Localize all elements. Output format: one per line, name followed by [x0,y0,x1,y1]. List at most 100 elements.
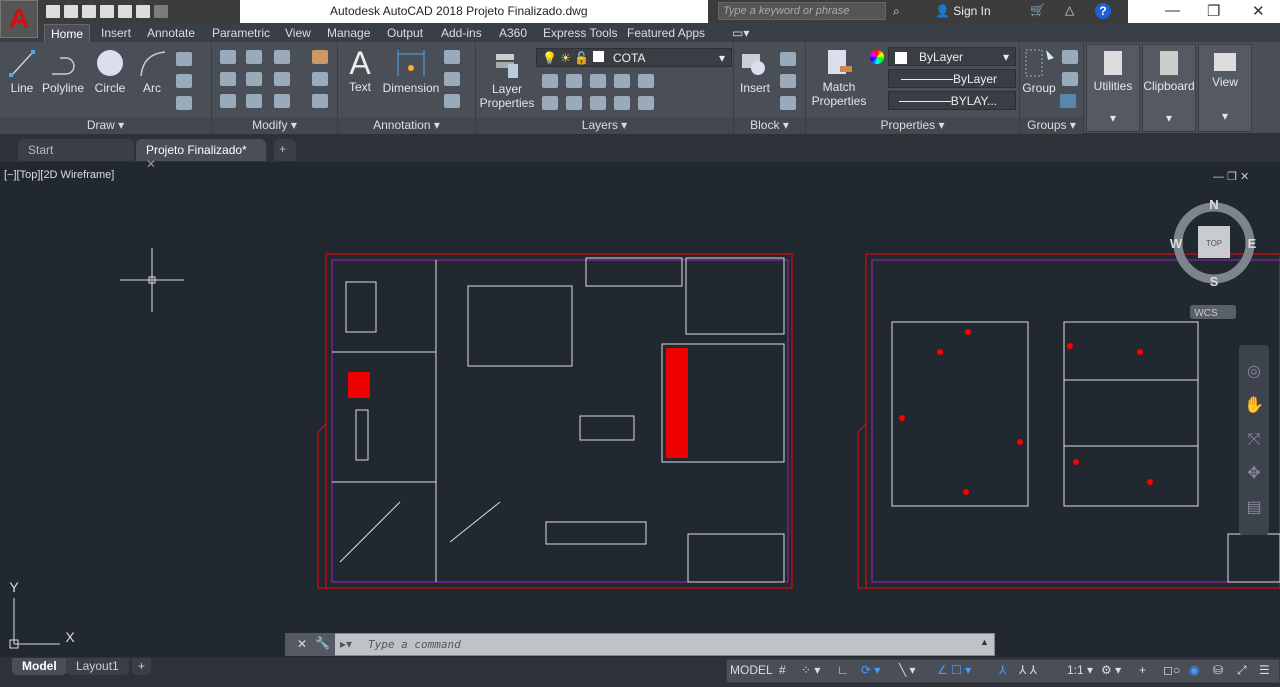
tab-annotate[interactable]: Annotate [141,24,201,42]
view-button[interactable]: View ▾ [1198,44,1252,132]
tab-projeto-finalizado[interactable]: Projeto Finalizado* ✕ [136,139,266,171]
move-icon[interactable] [220,50,236,64]
layer-tool-icon[interactable] [542,96,558,110]
layers-panel-label[interactable]: Layers ▾ [476,117,733,134]
layer-tool-icon[interactable] [542,74,558,88]
undo-icon[interactable] [136,5,150,18]
autodesk-a360-icon[interactable]: △ [1065,3,1074,17]
dimension-button[interactable]: Dimension [380,48,442,95]
create-block-icon[interactable] [780,52,796,66]
linetype-dropdown[interactable]: ByLayer [888,69,1016,88]
layer-tool-icon[interactable] [638,96,654,110]
mirror-icon[interactable] [246,72,262,86]
command-prompt-icon[interactable]: ▸▾ [340,637,352,651]
customization-menu-icon[interactable]: ☰ [1259,663,1270,677]
linear-dimension-icon[interactable] [444,50,460,64]
copy-icon[interactable] [220,72,236,86]
layer-tool-icon[interactable] [614,74,630,88]
print-icon[interactable] [118,5,132,18]
minimize-button[interactable]: — [1165,2,1180,19]
annotation-panel-label[interactable]: Annotation ▾ [338,117,475,134]
groups-panel-label[interactable]: Groups ▾ [1020,117,1083,134]
edit-block-icon[interactable] [780,74,796,88]
command-history-button[interactable]: ▲ [980,637,989,647]
tab-layout1[interactable]: Layout1 [66,658,129,675]
polyline-button[interactable]: Polyline [40,48,86,95]
grid-icon[interactable]: # [779,663,786,677]
ortho-icon[interactable]: ∟ [837,663,849,677]
block-attributes-icon[interactable] [780,96,796,110]
tab-view[interactable]: View [279,24,317,42]
tab-parametric[interactable]: Parametric [206,24,276,42]
new-tab-button[interactable]: + [274,139,296,161]
erase-icon[interactable] [312,50,328,64]
navigation-bar[interactable]: ◎ ✋ ⤧ ✥ ▤ [1239,345,1269,535]
redo-icon[interactable] [154,5,168,18]
tab-featured-apps[interactable]: Featured Apps [621,24,711,42]
annotation-scale-dropdown[interactable]: 1:1 ▾ [1067,663,1093,677]
utilities-button[interactable]: Utilities ▾ [1086,44,1140,132]
clean-screen-icon[interactable]: ⛁ [1213,663,1223,677]
stretch-icon[interactable] [220,94,236,108]
fillet-icon[interactable] [274,72,290,86]
color-dropdown[interactable]: ByLayer ▾ [888,47,1016,66]
table-icon[interactable] [444,94,460,108]
group-button[interactable]: Group [1022,48,1056,95]
tab-insert[interactable]: Insert [95,24,137,42]
viewcube[interactable]: TOP N S E W WCS [1170,197,1257,319]
layer-tool-icon[interactable] [638,74,654,88]
insert-button[interactable]: Insert [736,48,774,95]
tab-output[interactable]: Output [381,24,429,42]
help-icon[interactable]: ? [1095,3,1111,19]
tab-add-ins[interactable]: Add-ins [435,24,488,42]
tab-start[interactable]: Start [18,139,134,161]
ungroup-icon[interactable] [1062,50,1078,64]
customize-icon[interactable]: 🔧 [315,636,330,650]
layer-properties-button[interactable]: Layer Properties [478,50,536,110]
binoculars-icon[interactable]: ⌕ [893,4,900,19]
fullscreen-icon[interactable]: ⤢ [1237,663,1247,678]
scale-icon[interactable] [246,94,262,108]
clipboard-button[interactable]: Clipboard ▾ [1142,44,1196,132]
new-icon[interactable] [46,5,60,18]
block-panel-label[interactable]: Block ▾ [734,117,805,134]
save-as-icon[interactable] [100,5,114,18]
layer-tool-icon[interactable] [566,74,582,88]
circle-button[interactable]: Circle [90,48,130,95]
group-edit-icon[interactable] [1062,72,1078,86]
layer-tool-icon[interactable] [590,74,606,88]
polar-tracking-icon[interactable]: ⟳ ▾ [861,663,880,677]
explode-icon[interactable] [312,72,328,86]
trim-icon[interactable] [274,50,290,64]
search-input[interactable]: Type a keyword or phrase [718,2,886,20]
line-button[interactable]: Line [6,48,38,95]
drawing-canvas[interactable]: Y X TOP N S E W WCS [0,162,1280,657]
open-icon[interactable] [64,5,78,18]
layer-tool-icon[interactable] [614,96,630,110]
array-icon[interactable] [274,94,290,108]
save-icon[interactable] [82,5,96,18]
workspace-gear-icon[interactable]: ⚙ ▾ [1101,663,1121,677]
close-button[interactable]: ✕ [1252,2,1265,20]
isolate-objects-icon[interactable]: ◻○ [1163,663,1180,677]
isodraft-icon[interactable]: ╲ ▾ [899,663,916,677]
arc-button[interactable]: Arc [134,48,170,95]
tab-home[interactable]: Home [44,24,91,42]
layer-tool-icon[interactable] [590,96,606,110]
tab-express-tools[interactable]: Express Tools [537,24,623,42]
hatch-icon[interactable] [176,74,192,88]
sign-in-button[interactable]: 👤 Sign In [935,4,991,18]
layer-tool-icon[interactable] [566,96,582,110]
leader-icon[interactable] [444,72,460,86]
modify-panel-label[interactable]: Modify ▾ [212,117,337,134]
rectangle-icon[interactable] [176,52,192,66]
tab-a360[interactable]: A360 [493,24,533,42]
draw-panel-label[interactable]: Draw ▾ [0,117,211,134]
match-properties-button[interactable]: Match Properties [810,48,868,108]
text-button[interactable]: A Text [344,46,376,94]
annotation-visibility-icon[interactable]: ⅄ [999,663,1006,677]
object-snap-tracking-icon[interactable]: ∠ ☐ ▾ [937,663,971,677]
hardware-acceleration-icon[interactable]: ◉ [1189,663,1199,677]
tab-model[interactable]: Model [12,658,67,675]
offset-icon[interactable] [312,94,328,108]
